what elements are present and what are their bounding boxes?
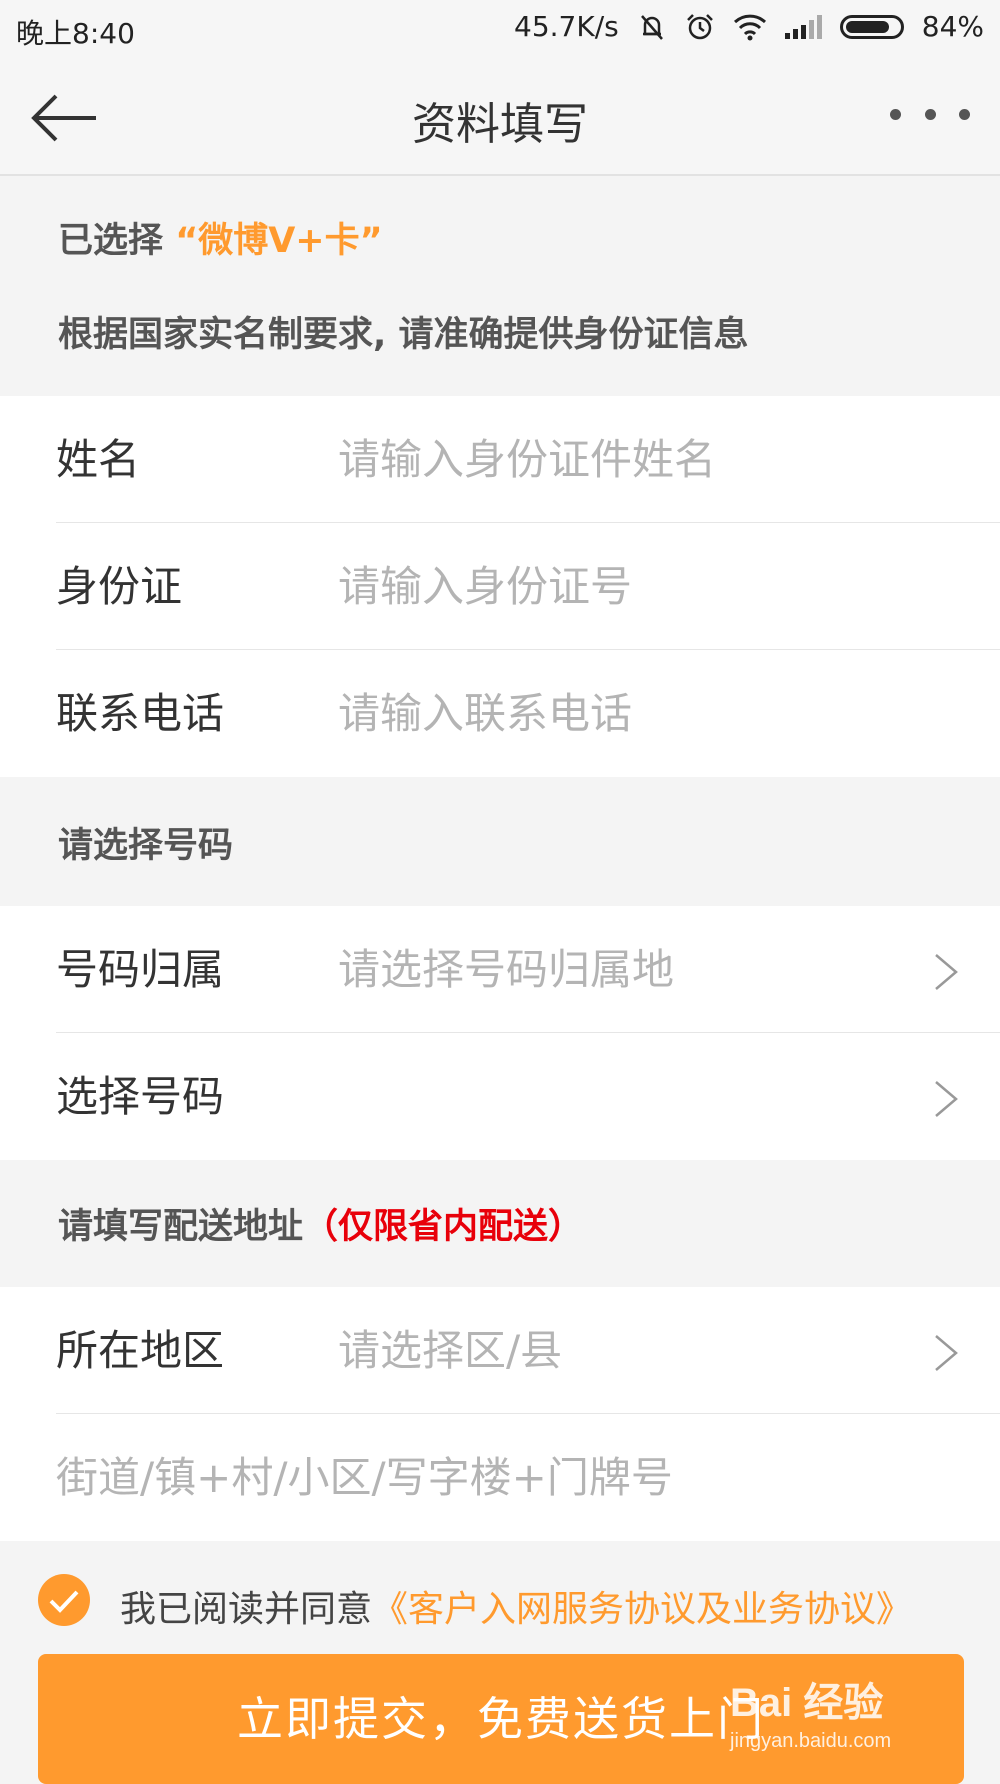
agreement-text-line: 我已阅读并同意《客户入网服务协议及业务协议》: [120, 1580, 912, 1632]
id-number-input[interactable]: [338, 551, 938, 621]
number-section-title: 请选择号码: [58, 826, 234, 866]
id-row: 身份证: [56, 523, 1000, 650]
identity-form: 姓名 身份证 联系电话: [0, 396, 1000, 777]
choose-number-row[interactable]: 选择号码: [56, 1033, 1000, 1160]
number-location-row[interactable]: 号码归属 请选择号码归属地: [56, 906, 1000, 1033]
address-section-header: 请填写配送地址（仅限省内配送）: [0, 1160, 1000, 1286]
address-form: 所在地区 请选择区/县: [0, 1287, 1000, 1541]
id-label: 身份证: [56, 562, 183, 611]
region-row[interactable]: 所在地区 请选择区/县: [56, 1287, 1000, 1414]
baidu-jingyan-watermark: Bai 经验 jingyan.baidu.com: [730, 1670, 960, 1752]
nav-bar: 资料填写: [0, 58, 1000, 176]
alarm-clock-icon: [686, 13, 713, 39]
mute-bell-icon: [640, 14, 663, 40]
more-dot-icon: [959, 108, 970, 120]
agreement-row: 我已阅读并同意《客户入网服务协议及业务协议》: [0, 1540, 1000, 1648]
agreement-text: 我已阅读并同意: [120, 1589, 373, 1630]
phone-label: 联系电话: [56, 689, 225, 738]
agreement-link[interactable]: 《客户入网服务协议及业务协议》: [372, 1589, 912, 1630]
page-title: 资料填写: [412, 99, 588, 150]
battery-fill: [845, 20, 890, 33]
name-label: 姓名: [56, 435, 141, 484]
chevron-right-icon: [935, 1335, 958, 1371]
chevron-right-icon: [935, 1081, 958, 1117]
watermark-logo: Bai 经验: [730, 1681, 884, 1725]
selected-card-name: “微博V+卡”: [175, 221, 383, 261]
status-bar: 晚上8:40 45.7K/s 84%: [0, 0, 1000, 58]
phone-row: 联系电话: [56, 650, 1000, 777]
wifi-icon: [733, 14, 766, 40]
realname-notice: 根据国家实名制要求, 请准确提供身份证信息: [58, 315, 749, 355]
street-address-input[interactable]: [56, 1442, 936, 1512]
chevron-right-icon: [935, 954, 958, 990]
name-input[interactable]: [338, 424, 938, 494]
watermark-url: jingyan.baidu.com: [730, 1730, 892, 1752]
region-placeholder: 请选择区/县: [338, 1326, 563, 1375]
status-time: 晚上8:40: [16, 17, 135, 50]
more-dot-icon: [890, 108, 901, 120]
checkmark-icon: [49, 1590, 79, 1613]
address-section-title-line: 请填写配送地址（仅限省内配送）: [58, 1198, 583, 1249]
battery-percent: 84%: [921, 10, 984, 43]
phone-input[interactable]: [338, 678, 938, 748]
number-location-placeholder: 请选择号码归属地: [338, 945, 675, 994]
region-label: 所在地区: [56, 1326, 225, 1375]
name-row: 姓名: [56, 396, 1000, 523]
intro-section: 已选择 “微博V+卡” 根据国家实名制要求, 请准确提供身份证信息: [0, 176, 1000, 394]
choose-number-label: 选择号码: [56, 1072, 225, 1121]
number-section-header: 请选择号码: [0, 777, 1000, 905]
cell-signal-icon: [784, 14, 822, 39]
selected-prefix: 已选择: [58, 221, 164, 261]
battery-icon: [839, 14, 904, 39]
street-row: [56, 1414, 1000, 1541]
number-form: 号码归属 请选择号码归属地 选择号码: [0, 906, 1000, 1160]
delivery-restriction-note: （仅限省内配送）: [303, 1207, 584, 1247]
agree-checkbox[interactable]: [38, 1574, 90, 1626]
more-dot-icon: [924, 108, 936, 120]
number-location-label: 号码归属: [56, 945, 225, 994]
selected-card-line: 已选择 “微博V+卡”: [58, 212, 383, 263]
address-section-title: 请填写配送地址: [58, 1207, 304, 1247]
more-button[interactable]: [890, 94, 970, 134]
network-speed: 45.7K/s: [514, 10, 619, 43]
status-icons: 45.7K/s 84%: [514, 10, 984, 43]
